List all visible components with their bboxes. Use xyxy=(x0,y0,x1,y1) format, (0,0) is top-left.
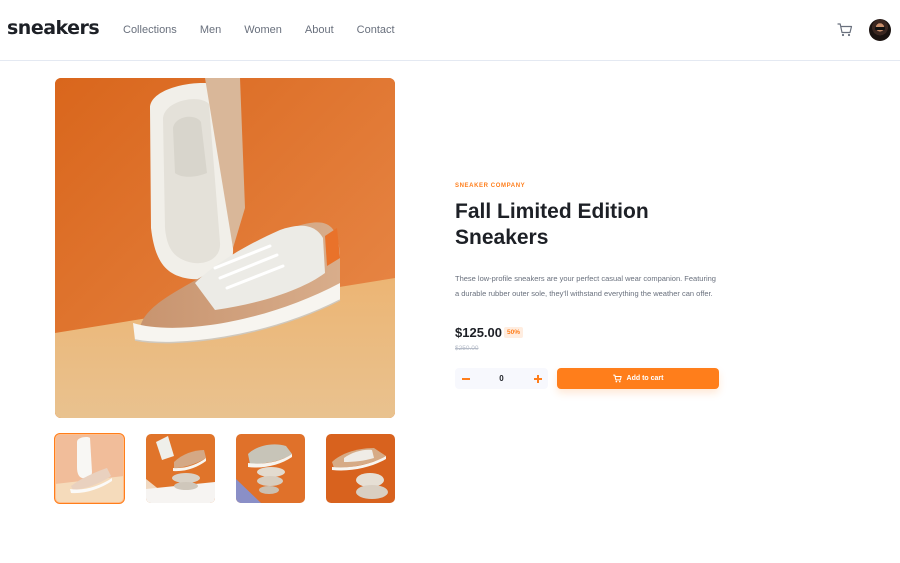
increase-quantity-button[interactable] xyxy=(527,368,548,389)
nav-link-contact[interactable]: Contact xyxy=(357,23,395,37)
avatar[interactable] xyxy=(869,19,891,41)
decrease-quantity-button[interactable] xyxy=(455,368,476,389)
thumbnail-2[interactable] xyxy=(146,434,215,503)
nav-link-about[interactable]: About xyxy=(305,23,334,37)
cart-icon xyxy=(612,374,622,383)
nav-link-collections[interactable]: Collections xyxy=(123,23,177,37)
discount-badge: 50% xyxy=(504,327,524,338)
add-to-cart-label: Add to cart xyxy=(626,375,664,382)
main-nav: Collections Men Women About Contact xyxy=(123,23,395,37)
company-label: SNEAKER COMPANY xyxy=(455,183,526,189)
quantity-stepper: 0 xyxy=(455,368,548,389)
thumbnail-strip xyxy=(54,433,395,504)
product-title: Fall Limited Edition Sneakers xyxy=(455,199,715,251)
current-price: $125.00 xyxy=(455,325,502,340)
sneaker-image xyxy=(55,78,395,418)
cart-icon xyxy=(837,23,853,37)
main-product-image[interactable] xyxy=(55,78,395,418)
thumbnail-1[interactable] xyxy=(54,433,125,504)
product-description: These low-profile sneakers are your perf… xyxy=(455,274,716,298)
quantity-value[interactable]: 0 xyxy=(476,368,527,389)
thumbnail-3[interactable] xyxy=(236,434,305,503)
nav-link-men[interactable]: Men xyxy=(200,23,221,37)
thumbnail-image xyxy=(146,434,215,503)
logo[interactable]: sneakers xyxy=(7,17,100,39)
minus-icon xyxy=(461,377,470,380)
cart-button[interactable] xyxy=(837,22,853,38)
product-title-line1: Fall Limited Edition xyxy=(455,200,649,223)
thumbnail-image xyxy=(55,434,124,503)
product-title-line2: Sneakers xyxy=(455,226,549,249)
plus-icon xyxy=(533,374,542,383)
thumbnail-image xyxy=(236,434,305,503)
thumbnail-image xyxy=(326,434,395,503)
original-price: $250.00 xyxy=(455,345,479,352)
thumbnail-4[interactable] xyxy=(326,434,395,503)
nav-link-women[interactable]: Women xyxy=(244,23,282,37)
site-header: sneakers Collections Men Women About Con… xyxy=(0,0,900,61)
add-to-cart-button[interactable]: Add to cart xyxy=(557,368,719,389)
